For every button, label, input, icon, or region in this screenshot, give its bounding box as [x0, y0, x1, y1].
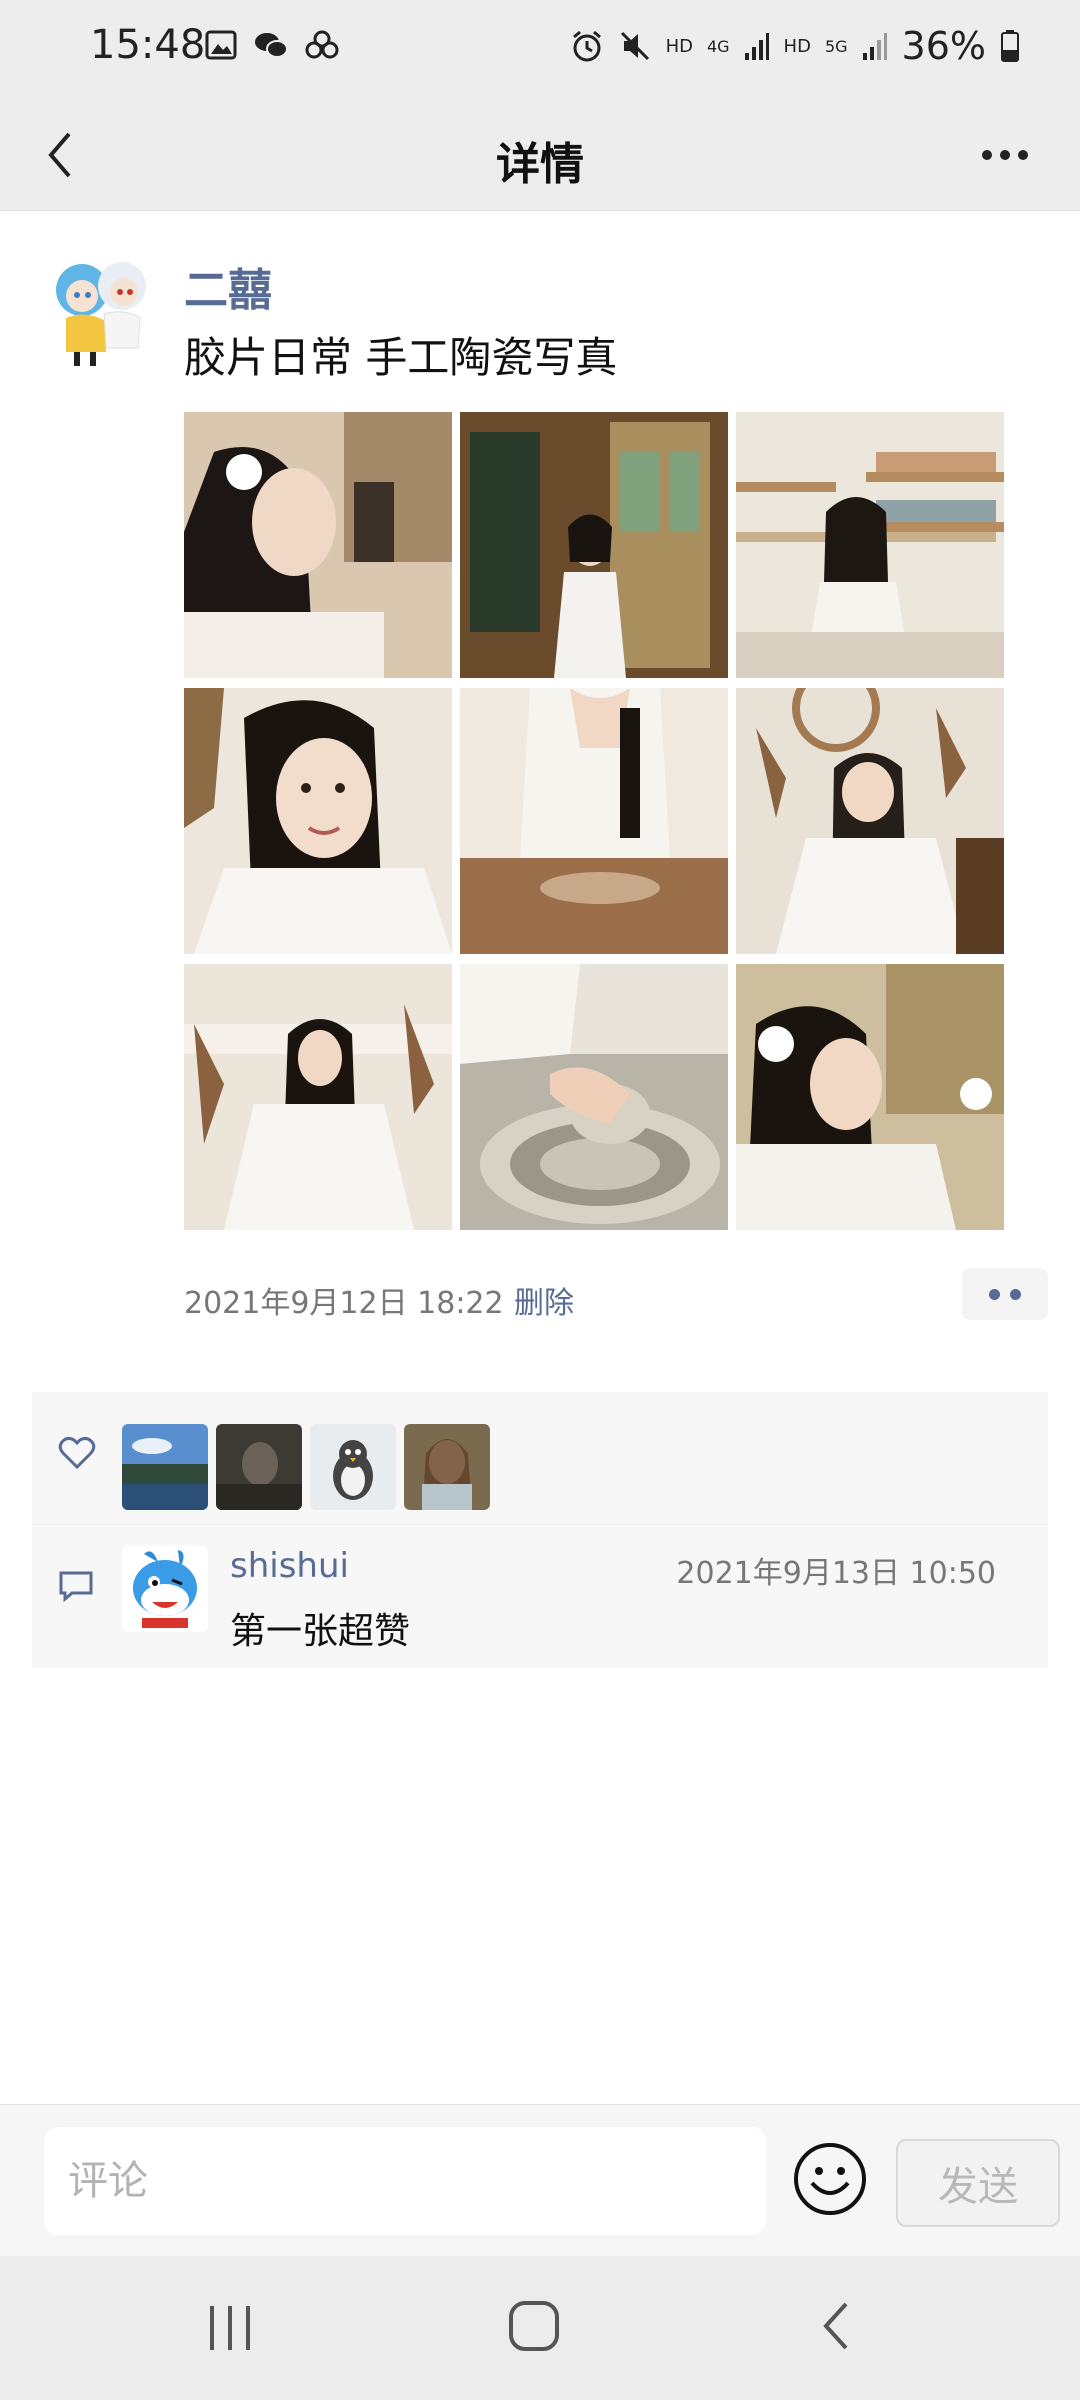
wechat-icon	[255, 33, 288, 58]
comment-icon	[59, 1571, 93, 1602]
more-dot-icon	[1000, 150, 1010, 160]
page-title: 详情	[496, 139, 584, 190]
top-bar: 详情	[0, 100, 1080, 211]
heart-icon	[58, 1436, 96, 1470]
comments-panel: shishui 2021年9月13日 10:50 第一张超赞	[32, 1526, 1048, 1668]
photo-1[interactable]	[184, 412, 452, 678]
photo-3[interactable]	[736, 412, 1004, 678]
photo-grid	[184, 412, 1004, 1230]
image-icon	[205, 30, 237, 60]
comment-time: 2021年9月13日 10:50	[676, 1556, 996, 1591]
commenter-name[interactable]: shishui	[230, 1546, 349, 1586]
liker-avatar[interactable]	[122, 1424, 208, 1510]
photo-6[interactable]	[736, 688, 1004, 954]
network-5g-label: 5G	[824, 36, 848, 56]
photo-8[interactable]	[460, 964, 728, 1230]
comment-input[interactable]	[44, 2127, 766, 2235]
author-avatar[interactable]	[44, 248, 162, 372]
like-comment-menu-button[interactable]	[962, 1268, 1048, 1320]
more-dot-icon	[982, 150, 992, 160]
battery-percent: 36%	[901, 24, 986, 68]
delete-link[interactable]: 删除	[514, 1278, 574, 1322]
comment-input-bar: 发送	[0, 2104, 1080, 2257]
photo-5[interactable]	[460, 688, 728, 954]
battery-icon	[1001, 30, 1019, 62]
liker-avatar[interactable]	[404, 1424, 490, 1510]
back-nav-icon[interactable]	[818, 2300, 854, 2352]
recent-apps-icon[interactable]	[208, 2302, 254, 2354]
signal-icon-2	[862, 33, 887, 60]
photo-7[interactable]	[184, 964, 452, 1230]
status-time: 15:48	[90, 22, 206, 68]
liker-avatar[interactable]	[216, 1424, 302, 1510]
commenter-avatar[interactable]	[122, 1546, 208, 1632]
likes-panel	[32, 1392, 1048, 1525]
hd-label: HD	[665, 35, 693, 57]
alarm-icon	[572, 30, 601, 62]
home-icon[interactable]	[508, 2300, 560, 2352]
status-bar: 15:48 HD 4G HD 5G 36%	[0, 0, 1080, 100]
menu-dot-icon	[989, 1288, 1000, 1300]
status-left-icons	[205, 30, 339, 60]
photo-9[interactable]	[736, 964, 1004, 1230]
photo-2[interactable]	[460, 412, 728, 678]
cloud-icon	[305, 30, 339, 59]
menu-dot-icon	[1010, 1288, 1021, 1300]
post-timestamp: 2021年9月12日 18:22	[184, 1286, 504, 1321]
more-options-button[interactable]	[970, 130, 1040, 180]
network-4g-label: 4G	[706, 36, 730, 56]
send-button[interactable]: 发送	[896, 2139, 1060, 2227]
more-dot-icon	[1018, 150, 1028, 160]
comment-text: 第一张超赞	[230, 1611, 411, 1652]
photo-4[interactable]	[184, 688, 452, 954]
post-text: 胶片日常 手工陶瓷写真	[184, 333, 618, 382]
author-name[interactable]: 二囍	[184, 254, 272, 318]
status-right-icons: HD 4G HD 5G 36%	[570, 24, 1020, 68]
emoji-icon[interactable]	[792, 2141, 868, 2217]
liker-avatar[interactable]	[310, 1424, 396, 1510]
mute-icon	[620, 31, 649, 61]
signal-icon	[744, 33, 769, 60]
hd-label-2: HD	[783, 35, 811, 57]
system-nav-bar	[0, 2256, 1080, 2400]
